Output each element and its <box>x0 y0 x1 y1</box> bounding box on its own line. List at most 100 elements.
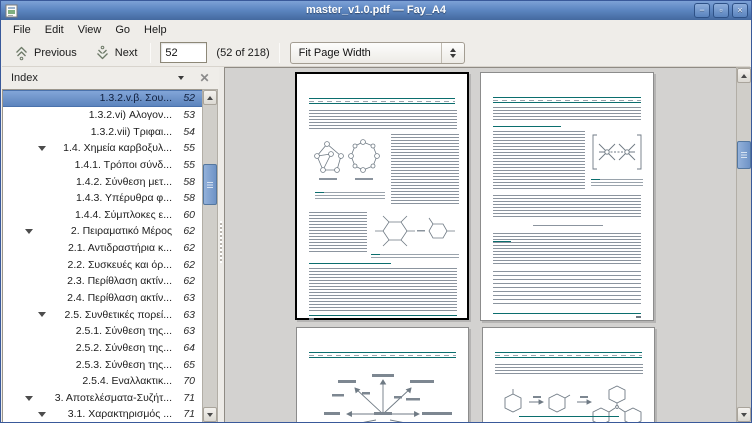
zoom-level-selector[interactable]: Fit Page Width <box>290 42 465 64</box>
index-entry-page: 53 <box>178 109 202 121</box>
index-tree-row[interactable]: 1.3.2.vi) Αλογον...53 <box>3 107 202 124</box>
index-tree-row[interactable]: 2.4. Περίθλαση ακτίν...63 <box>3 290 202 307</box>
sidebar-header: Index ✕ <box>2 67 219 89</box>
index-entry-label: 2.1. Αντιδραστήρια κ... <box>3 242 178 254</box>
chem-structure-diagram <box>591 131 643 175</box>
expander-triangle-icon[interactable] <box>38 146 46 151</box>
menu-file[interactable]: File <box>6 22 38 38</box>
index-entry-page: 63 <box>178 309 202 321</box>
figure-caption <box>315 192 385 199</box>
index-entry-label: 2.5.3. Σύνθεση της... <box>3 359 178 371</box>
index-tree-row[interactable]: 2.5.1. Σύνθεση της...63 <box>3 323 202 340</box>
expander-triangle-icon[interactable] <box>25 396 33 401</box>
index-tree-row[interactable]: 3. Αποτελέσματα-Συζήτ...71 <box>3 390 202 407</box>
index-tree-row[interactable]: 1.4.3. Υπέρυθρα φ...58 <box>3 190 202 207</box>
equation-line <box>533 225 603 226</box>
toolbar: Previous Next (52 of 218) Fit Page Width <box>2 39 750 67</box>
index-tree-row[interactable]: 1.3.2.vii) Τριφαι...54 <box>3 123 202 140</box>
index-tree-row[interactable]: 1.4.2. Σύνθεση μετ...58 <box>3 173 202 190</box>
index-tree-row[interactable]: 1.4.1. Τρόποι σύνδ...55 <box>3 157 202 174</box>
menu-edit[interactable]: Edit <box>38 22 71 38</box>
expander-triangle-icon[interactable] <box>38 312 46 317</box>
main-scrollbar-thumb[interactable] <box>737 141 751 169</box>
index-tree-row[interactable]: 2.5.4. Εναλλακτικ...70 <box>3 373 202 390</box>
index-tree-row[interactable]: 2.3. Περίθλαση ακτίν...62 <box>3 273 202 290</box>
index-tree-row[interactable]: 2. Πειραματικό Μέρος62 <box>3 223 202 240</box>
text-lines <box>391 134 459 206</box>
index-entry-label: 1.4. Χημεία καρβοξυλ... <box>3 142 178 154</box>
page-count-label: (52 of 218) <box>216 47 269 59</box>
figure-caption <box>371 254 459 258</box>
page-number-mark <box>309 318 314 320</box>
text-lines <box>493 107 641 121</box>
index-entry-label: 1.4.2. Σύνθεση μετ... <box>3 176 178 188</box>
title-bar[interactable]: master_v1.0.pdf — Fay_A4 − ▫ × <box>1 1 751 20</box>
close-button[interactable]: × <box>732 3 748 18</box>
page-thumbnail-52[interactable] <box>295 72 469 320</box>
menu-view[interactable]: View <box>71 22 109 38</box>
sidebar-scrollbar[interactable] <box>202 89 218 423</box>
spinner-arrows-icon <box>441 43 464 63</box>
index-tree-row[interactable]: 1.4.4. Σύμπλοκες ε...60 <box>3 206 202 223</box>
index-tree-row[interactable]: 2.1. Αντιδραστήρια κ...62 <box>3 240 202 257</box>
index-tree-row[interactable]: 3.1. Χαρακτηρισμός ...71 <box>3 406 202 423</box>
sidebar-scrollbar-thumb[interactable] <box>203 164 217 205</box>
page-thumbnail-54[interactable] <box>296 327 469 423</box>
document-view <box>224 67 737 423</box>
page-header-band <box>495 352 642 358</box>
page-header-band <box>493 97 641 103</box>
text-lines <box>493 233 641 265</box>
index-entry-label: 1.4.4. Σύμπλοκες ε... <box>3 209 178 221</box>
previous-page-button[interactable]: Previous <box>10 43 81 63</box>
chevron-down-icon[interactable] <box>178 76 184 80</box>
index-tree-row[interactable]: 2.5.2. Σύνθεση της...64 <box>3 340 202 357</box>
page-number-input[interactable] <box>160 42 207 63</box>
index-tree-row[interactable]: 2.5. Συνθετικές πορεί...63 <box>3 306 202 323</box>
index-entry-page: 55 <box>178 159 202 171</box>
index-tree-row[interactable]: 1.4. Χημεία καρβοξυλ...55 <box>3 140 202 157</box>
menu-go[interactable]: Go <box>108 22 137 38</box>
index-entry-label: 2.5.2. Σύνθεση της... <box>3 342 178 354</box>
scroll-up-button[interactable] <box>203 90 217 105</box>
figure-caption <box>519 416 619 417</box>
page-thumbnail-55[interactable] <box>482 327 655 423</box>
page-header-band <box>309 352 456 358</box>
index-entry-page: 62 <box>178 275 202 287</box>
scroll-down-button[interactable] <box>737 407 751 422</box>
toolbar-separator <box>279 43 280 63</box>
maximize-button[interactable]: ▫ <box>713 3 729 18</box>
page-header-band <box>309 98 455 104</box>
index-entry-page: 64 <box>178 342 202 354</box>
text-lines <box>493 271 641 305</box>
sidebar-view-selector[interactable]: Index <box>11 72 178 84</box>
page-thumbnail-53[interactable] <box>480 72 654 321</box>
expander-triangle-icon[interactable] <box>25 229 33 234</box>
previous-label: Previous <box>34 47 77 59</box>
next-label: Next <box>115 47 138 59</box>
index-tree-row[interactable]: 2.5.3. Σύνθεση της...65 <box>3 356 202 373</box>
link-text <box>493 241 511 242</box>
expander-triangle-icon[interactable] <box>38 412 46 417</box>
index-entry-label: 2.3. Περίθλαση ακτίν... <box>3 275 178 287</box>
scroll-down-button[interactable] <box>203 407 217 422</box>
index-entry-label: 1.4.3. Υπέρυθρα φ... <box>3 192 178 204</box>
minimize-button[interactable]: − <box>694 3 710 18</box>
index-tree-row[interactable]: 1.3.2.v.β. Σου...52 <box>3 90 202 107</box>
splitter-grip <box>220 221 222 263</box>
index-entry-page: 52 <box>178 92 202 104</box>
index-entry-page: 62 <box>178 225 202 237</box>
index-entry-page: 65 <box>178 359 202 371</box>
index-entry-page: 58 <box>178 176 202 188</box>
menu-help[interactable]: Help <box>137 22 174 38</box>
sidebar-close-button[interactable]: ✕ <box>197 71 212 86</box>
next-page-button[interactable]: Next <box>91 43 142 63</box>
index-tree-row[interactable]: 2.2. Συσκευές και όρ...62 <box>3 256 202 273</box>
main-scrollbar[interactable] <box>736 67 752 423</box>
index-entry-label: 2.5.4. Εναλλακτικ... <box>3 375 178 387</box>
index-entry-label: 1.3.2.vii) Τριφαι... <box>3 126 178 138</box>
chem-structure-diagram <box>371 212 459 250</box>
menu-bar: File Edit View Go Help <box>2 20 750 39</box>
chem-structure-diagram <box>311 136 387 186</box>
scroll-up-button[interactable] <box>737 68 751 83</box>
section-heading <box>493 126 561 127</box>
